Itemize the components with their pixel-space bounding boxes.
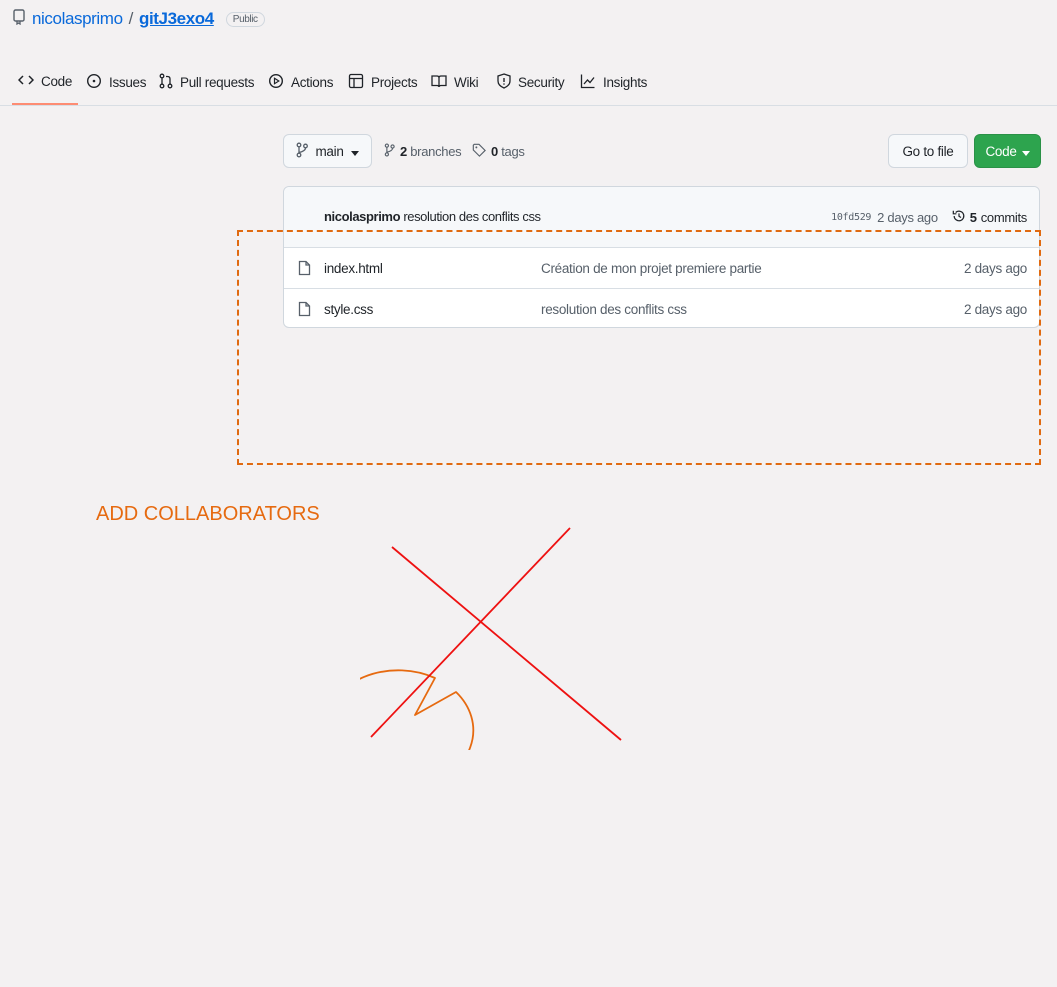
tags-link[interactable]: 0 tags [472,142,525,160]
branch-name: main [315,143,344,159]
repo-name-link[interactable]: gitJ3exo4 [139,9,214,29]
tags-count: 0 [491,143,498,159]
commit-age: 2 days ago [877,210,938,225]
table-icon [348,73,364,92]
cross-line-2 [370,527,571,738]
tab-label: Insights [603,74,648,90]
branches-count: 2 [400,143,407,159]
shield-icon [497,72,511,92]
commit-author-link[interactable]: nicolasprimo [324,209,401,224]
caret-down-icon [350,144,359,159]
branch-select-button[interactable]: main [283,134,372,168]
tab-label: Pull requests [180,74,255,90]
caret-down-icon [1021,144,1030,159]
tab-label: Issues [109,74,147,90]
tab-label: Wiki [454,74,479,90]
branches-link[interactable]: 2 branches [384,142,462,160]
book-icon [431,74,447,91]
cross-line-1 [391,546,622,741]
tab-actions[interactable]: Actions [268,60,333,104]
git-branch-icon [296,142,309,161]
code-dropdown-button[interactable]: Code [974,134,1041,168]
code-button-label: Code [985,143,1017,159]
git-pull-request-icon [159,73,173,92]
visibility-badge: Public [225,11,265,27]
repo-nav-tabs: Code Issues Pull requests Actions Projec… [0,60,1057,106]
repo-icon [12,8,26,30]
commits-history-link[interactable]: 5 commits [952,209,1027,226]
repo-header: nicolasprimo / gitJ3exo4 Public [12,8,265,30]
tab-label: Security [518,74,565,90]
crossed-speech-bubble-icon [360,527,622,750]
code-icon [17,74,35,89]
repo-owner-link[interactable]: nicolasprimo [32,9,123,29]
commits-label: commits [980,210,1028,225]
tab-security[interactable]: Security [497,60,565,104]
tab-label: Code [41,74,73,89]
git-branch-icon [384,142,395,160]
annotation-text: ADD COLLABORATORS [96,503,320,525]
commit-meta: 10fd529 2 days ago 5 commits [831,209,1027,226]
tab-code[interactable]: Code [12,60,79,105]
latest-commit-summary: nicolasprimo resolution des conflits css [324,209,541,224]
branches-label: branches [410,143,462,159]
go-to-file-button[interactable]: Go to file [888,134,968,168]
tab-issues[interactable]: Issues [86,60,147,104]
tab-label: Actions [291,74,334,90]
commits-count: 5 [969,210,977,225]
tab-pull-requests[interactable]: Pull requests [159,60,254,104]
tab-label: Projects [371,74,418,90]
issue-opened-icon [86,73,102,92]
tag-icon [472,143,486,160]
commit-sha-link[interactable]: 10fd529 [831,212,871,223]
tab-projects[interactable]: Projects [348,60,418,104]
annotation-dashed-box [237,230,1041,465]
graph-icon [580,73,596,92]
tab-wiki[interactable]: Wiki [431,60,479,104]
speech-bubble-shape [360,669,475,750]
tags-label: tags [501,143,525,159]
history-icon [952,209,966,226]
repo-separator: / [128,9,134,28]
tab-insights[interactable]: Insights [580,60,647,104]
commit-message-link[interactable]: resolution des conflits css [403,209,541,224]
play-icon [268,73,284,92]
